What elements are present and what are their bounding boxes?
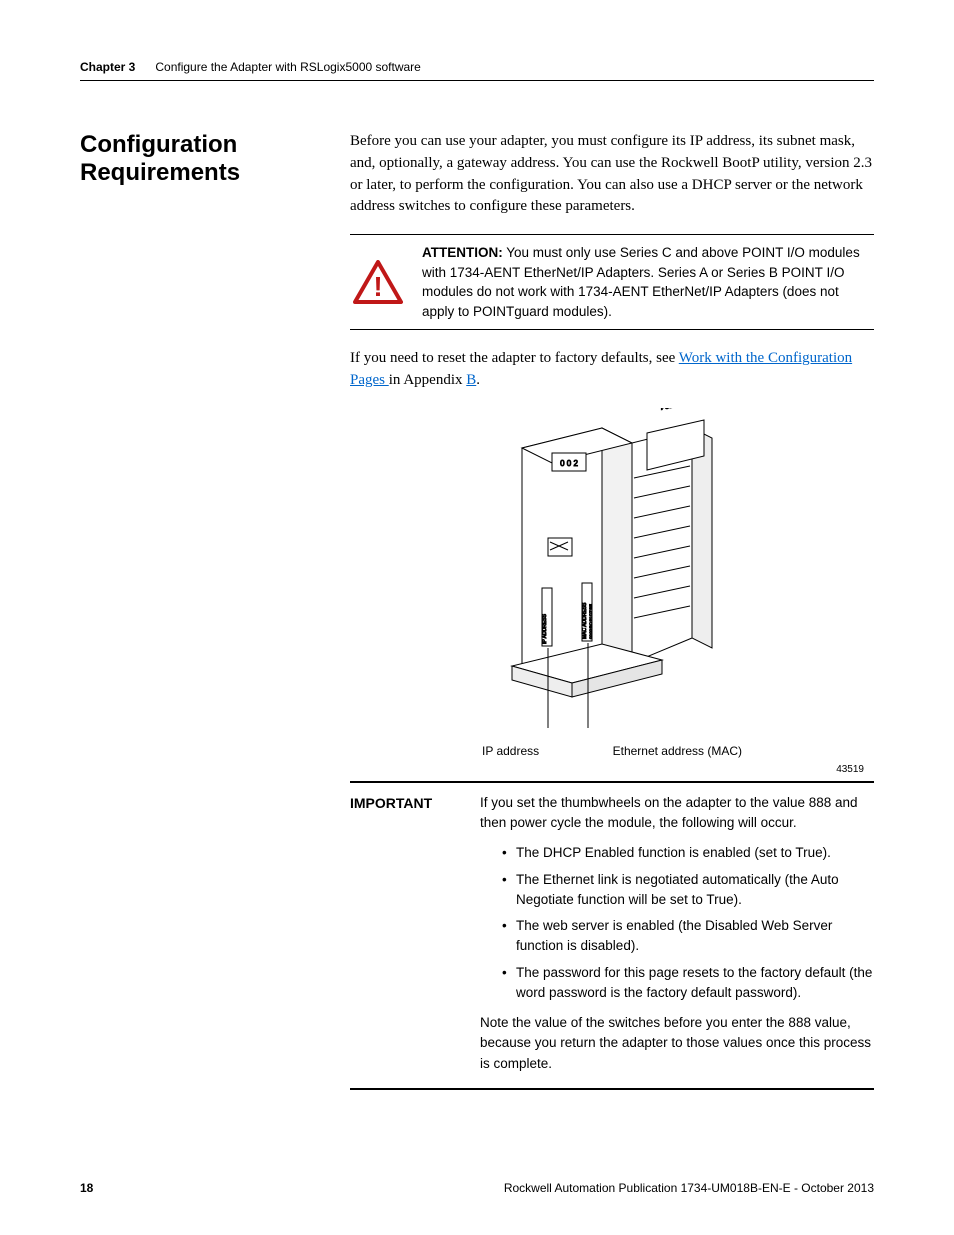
adapter-figure: 0 0 2 IP ADDRESS MAC ADDRESS 00:00:BC:21… <box>350 408 874 775</box>
important-body: If you set the thumbwheels on the adapte… <box>480 793 874 1074</box>
adapter-illustration: 0 0 2 IP ADDRESS MAC ADDRESS 00:00:BC:21… <box>482 408 742 738</box>
page-number: 18 <box>80 1181 93 1195</box>
figure-ref-number: 43519 <box>836 764 864 775</box>
figure-labels: IP address Ethernet address (MAC) <box>482 744 742 758</box>
list-item: The web server is enabled (the Disabled … <box>516 916 874 957</box>
list-item: The password for this page resets to the… <box>516 963 874 1004</box>
right-column: Before you can use your adapter, you mus… <box>350 131 874 1090</box>
page-footer: 18 Rockwell Automation Publication 1734-… <box>80 1181 874 1195</box>
attention-label: ATTENTION: <box>422 245 503 260</box>
important-note: Note the value of the switches before yo… <box>480 1013 874 1074</box>
attention-callout: ! ATTENTION: You must only use Series C … <box>350 234 874 330</box>
important-intro: If you set the thumbwheels on the adapte… <box>480 793 874 834</box>
chapter-label: Chapter 3 <box>80 60 135 74</box>
chapter-title: Configure the Adapter with RSLogix5000 s… <box>155 60 421 74</box>
left-column: Configuration Requirements <box>80 131 310 1090</box>
link-appendix-b[interactable]: B <box>466 372 476 388</box>
content-columns: Configuration Requirements Before you ca… <box>80 131 874 1090</box>
svg-text:!: ! <box>373 271 382 302</box>
important-label: IMPORTANT <box>350 793 460 1074</box>
attention-body: ATTENTION: You must only use Series C an… <box>422 243 874 321</box>
important-list: The DHCP Enabled function is enabled (se… <box>480 843 874 1003</box>
figure-label-mac: Ethernet address (MAC) <box>613 744 742 758</box>
page-header: Chapter 3 Configure the Adapter with RSL… <box>80 60 874 81</box>
figure-label-ip: IP address <box>482 744 539 758</box>
intro-paragraph: Before you can use your adapter, you mus… <box>350 131 874 218</box>
reset-text-pre: If you need to reset the adapter to fact… <box>350 350 679 366</box>
section-heading: Configuration Requirements <box>80 131 310 186</box>
list-item: The Ethernet link is negotiated automati… <box>516 870 874 911</box>
svg-text:IP ADDRESS: IP ADDRESS <box>542 613 548 644</box>
important-callout: IMPORTANT If you set the thumbwheels on … <box>350 781 874 1090</box>
warning-icon: ! <box>350 243 406 321</box>
reset-paragraph: If you need to reset the adapter to fact… <box>350 348 874 392</box>
page: Chapter 3 Configure the Adapter with RSL… <box>0 0 954 1235</box>
list-item: The DHCP Enabled function is enabled (se… <box>516 843 874 863</box>
svg-text:POINT I/O: POINT I/O <box>661 408 689 412</box>
reset-text-mid: in Appendix <box>389 372 467 388</box>
svg-text:0 0 2: 0 0 2 <box>560 459 578 468</box>
publication-info: Rockwell Automation Publication 1734-UM0… <box>504 1181 874 1195</box>
svg-text:00:00:BC:21:D7:BE: 00:00:BC:21:D7:BE <box>588 604 593 639</box>
reset-text-post: . <box>476 372 480 388</box>
